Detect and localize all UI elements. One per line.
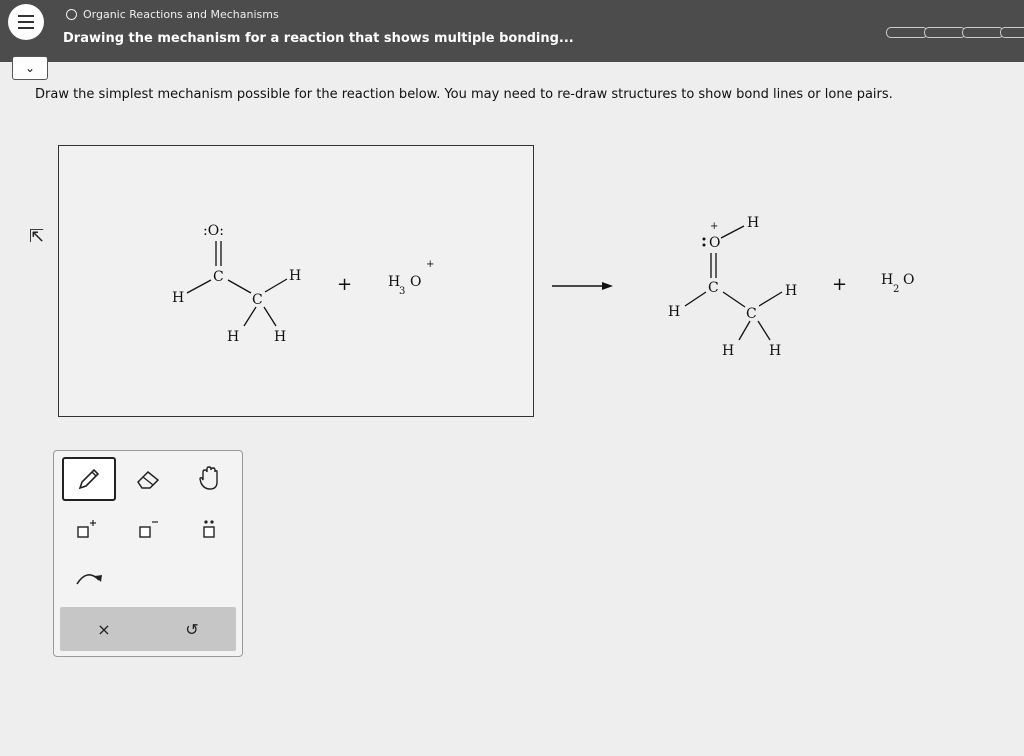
svg-text:H: H: [769, 343, 781, 359]
undo-icon: ↺: [185, 619, 199, 639]
svg-text:+: +: [426, 259, 434, 270]
oxygen-label: :O:: [203, 223, 224, 239]
svg-text:O: O: [410, 274, 421, 290]
svg-text:C: C: [746, 306, 757, 322]
svg-text:H: H: [722, 343, 734, 359]
lone-pair-icon: [203, 520, 215, 538]
drawing-toolbox: × ↺: [53, 450, 243, 657]
plus-sign-2: +: [832, 274, 847, 295]
negative-charge-button[interactable]: [134, 515, 164, 545]
svg-text:H: H: [785, 283, 797, 299]
curved-arrow-icon: [76, 574, 102, 585]
toolbox-actions: × ↺: [60, 607, 236, 651]
undo-button[interactable]: ↺: [148, 607, 236, 651]
h-bottom1-label: H: [227, 329, 239, 345]
positive-charge-icon: [77, 520, 96, 538]
product-h-top-label: H: [747, 215, 759, 231]
hydronium-reagent: H 3 O +: [388, 259, 434, 297]
svg-text:2: 2: [893, 284, 899, 295]
svg-text:3: 3: [399, 286, 405, 297]
reaction-arrow: [552, 282, 613, 290]
product-oxygen-label: O: [709, 235, 720, 251]
svg-text:O: O: [903, 272, 914, 288]
positive-charge-button[interactable]: [72, 515, 102, 545]
svg-text:H: H: [881, 272, 893, 288]
clear-button[interactable]: ×: [60, 607, 148, 651]
plus-sign-1: +: [337, 274, 352, 295]
h-right-label: H: [289, 268, 301, 284]
reactant-molecule: :O: C H C H H H: [172, 223, 301, 345]
hand-icon: [199, 466, 218, 490]
water-product: H 2 O: [881, 272, 914, 295]
negative-charge-icon: [139, 521, 158, 538]
h-bottom2-label: H: [274, 329, 286, 345]
curved-arrow-button[interactable]: [72, 563, 106, 593]
h-left-label: H: [172, 290, 184, 306]
close-icon: ×: [97, 619, 111, 639]
pencil-icon: [78, 468, 100, 490]
svg-text:H: H: [668, 304, 680, 320]
eraser-tool-button[interactable]: [132, 463, 166, 493]
lone-pair-button[interactable]: [194, 515, 224, 545]
product-molecule: + O H C H C H H H: [668, 215, 797, 359]
pencil-tool-button[interactable]: [62, 457, 116, 501]
carbon-1-label: C: [213, 269, 224, 285]
svg-text:+: +: [710, 221, 718, 232]
carbon-2-label: C: [252, 292, 263, 308]
hand-tool-button[interactable]: [192, 461, 226, 495]
svg-text:C: C: [708, 280, 719, 296]
eraser-icon: [137, 470, 160, 489]
